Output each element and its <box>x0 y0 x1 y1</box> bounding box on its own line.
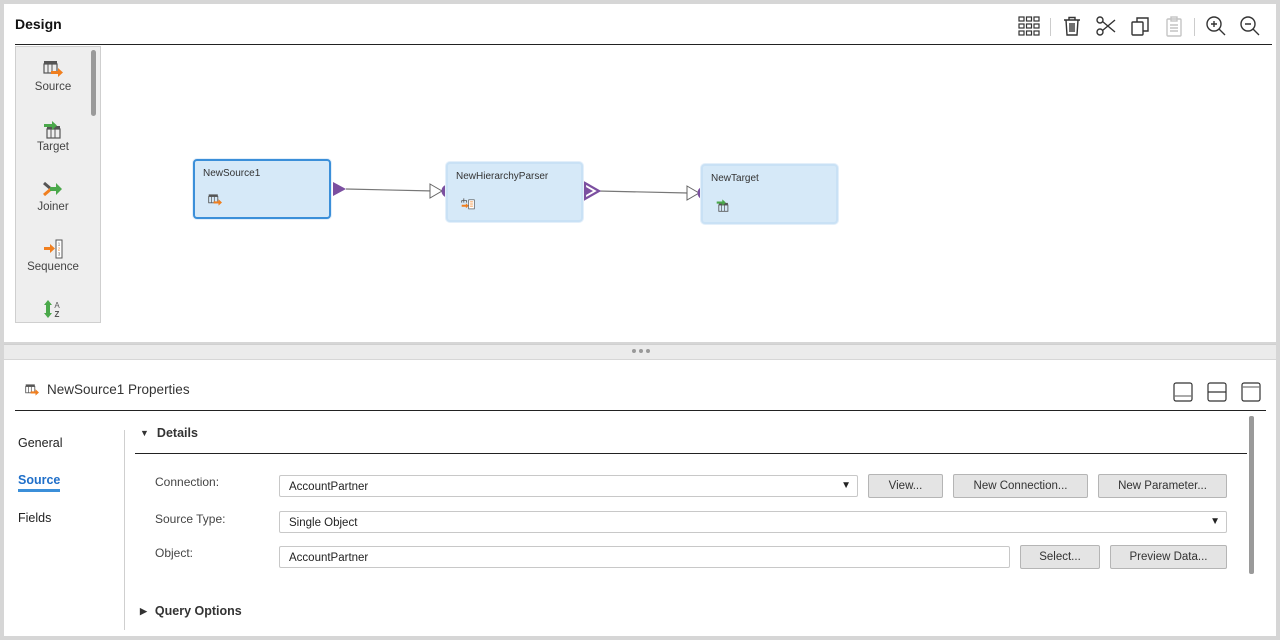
details-divider <box>135 453 1247 454</box>
split-panel-icon[interactable] <box>1207 382 1227 402</box>
dropdown-arrow-icon: ▼ <box>841 480 851 491</box>
clipboard-icon <box>1166 16 1182 37</box>
grid-icon <box>1018 16 1040 36</box>
tabs-divider <box>124 430 125 630</box>
palette-item-target[interactable]: Target <box>16 119 90 153</box>
target-icon <box>716 199 729 212</box>
transformation-palette: Source Target Joiner 1 2 3 Sequence A Z <box>15 46 101 323</box>
toolbar-divider <box>1194 18 1195 36</box>
palette-item-sequence[interactable]: 1 2 3 Sequence <box>16 239 90 273</box>
palette-item-source[interactable]: Source <box>16 59 90 93</box>
dropdown-arrow-icon: ▼ <box>1210 516 1220 527</box>
arrange-all-button[interactable] <box>1017 14 1041 38</box>
design-title: Design <box>15 16 62 32</box>
delete-button[interactable] <box>1060 14 1084 38</box>
design-panel: Design Source Target Joiner 1 2 3 Sequen… <box>4 4 1276 342</box>
source-icon <box>43 61 63 77</box>
palette-item-label: Joiner <box>37 201 69 213</box>
link-source-to-parser[interactable] <box>345 188 435 192</box>
palette-item-label: Target <box>37 141 69 153</box>
minimize-panel-icon[interactable] <box>1173 382 1193 402</box>
sorter-icon: A Z <box>44 300 60 319</box>
paste-button[interactable] <box>1162 14 1186 38</box>
maximize-panel-icon[interactable] <box>1241 382 1261 402</box>
tab-general[interactable]: General <box>18 436 62 450</box>
node-new-hierarchy-parser[interactable]: NewHierarchyParser <box>446 162 583 222</box>
tab-fields[interactable]: Fields <box>18 511 51 525</box>
sequence-icon: 1 2 3 <box>44 239 63 259</box>
node-label: NewHierarchyParser <box>456 171 549 182</box>
query-options-section-toggle[interactable]: ▶ Query Options <box>140 604 242 618</box>
zoom-in-button[interactable] <box>1204 14 1228 38</box>
zoom-out-icon <box>1240 16 1260 36</box>
scissors-icon <box>1096 16 1116 36</box>
preview-data-button[interactable]: Preview Data... <box>1110 545 1227 569</box>
cut-button[interactable] <box>1094 14 1118 38</box>
properties-title: NewSource1 Properties <box>47 382 190 397</box>
palette-scrollbar[interactable] <box>91 50 96 116</box>
source-icon <box>25 384 39 396</box>
mapping-canvas[interactable]: NewSource1 NewHierarchyParser NewTarget <box>104 46 1272 342</box>
svg-text:A: A <box>54 301 60 310</box>
connection-label: Connection: <box>155 475 220 489</box>
palette-item-label: Sequence <box>27 261 79 273</box>
input-port-arrow <box>429 183 443 199</box>
source-type-label: Source Type: <box>155 512 226 526</box>
trash-icon <box>1064 16 1080 36</box>
object-field[interactable]: AccountPartner <box>279 546 1010 568</box>
caret-down-icon: ▼ <box>140 428 149 438</box>
node-new-source1[interactable]: NewSource1 <box>193 159 331 219</box>
joiner-icon <box>43 181 62 197</box>
view-button[interactable]: View... <box>868 474 943 498</box>
new-parameter-button[interactable]: New Parameter... <box>1098 474 1227 498</box>
connection-value: AccountPartner <box>289 481 369 493</box>
node-new-target[interactable]: NewTarget <box>701 164 838 224</box>
zoom-out-button[interactable] <box>1238 14 1262 38</box>
details-section-toggle[interactable]: ▼ Details <box>140 426 198 440</box>
new-connection-button[interactable]: New Connection... <box>953 474 1088 498</box>
copy-icon <box>1131 17 1149 36</box>
node-label: NewTarget <box>711 173 759 184</box>
palette-item-sorter[interactable]: A Z <box>16 299 90 321</box>
output-port[interactable] <box>333 182 346 196</box>
link-parser-to-target[interactable] <box>597 190 689 194</box>
source-type-select[interactable]: Single Object ▼ <box>279 511 1227 533</box>
source-type-value: Single Object <box>289 517 358 529</box>
object-label: Object: <box>155 546 194 560</box>
design-divider <box>15 44 1272 45</box>
query-options-heading: Query Options <box>154 604 242 618</box>
properties-scrollbar[interactable] <box>1249 416 1254 574</box>
drag-handle-icon[interactable] <box>632 349 650 353</box>
zoom-in-icon <box>1206 16 1226 36</box>
properties-panel: NewSource1 Properties General Source Fie… <box>4 360 1276 636</box>
tab-source[interactable]: Source <box>18 473 61 492</box>
hierarchy-parser-icon <box>461 198 475 210</box>
properties-divider <box>15 410 1266 411</box>
node-label: NewSource1 <box>203 168 261 179</box>
connection-select[interactable]: AccountPartner ▼ <box>279 475 858 497</box>
toolbar-divider <box>1050 18 1051 36</box>
copy-button[interactable] <box>1128 14 1152 38</box>
svg-text:Z: Z <box>55 310 60 319</box>
panel-splitter[interactable] <box>4 344 1276 359</box>
object-value: AccountPartner <box>289 552 369 564</box>
select-button[interactable]: Select... <box>1020 545 1100 569</box>
source-icon <box>208 194 222 206</box>
input-port-arrow <box>686 185 700 201</box>
details-heading: Details <box>156 426 198 440</box>
palette-item-label: Source <box>34 81 72 93</box>
palette-item-joiner[interactable]: Joiner <box>16 179 90 213</box>
target-icon <box>44 121 61 139</box>
caret-right-icon: ▶ <box>140 606 147 616</box>
